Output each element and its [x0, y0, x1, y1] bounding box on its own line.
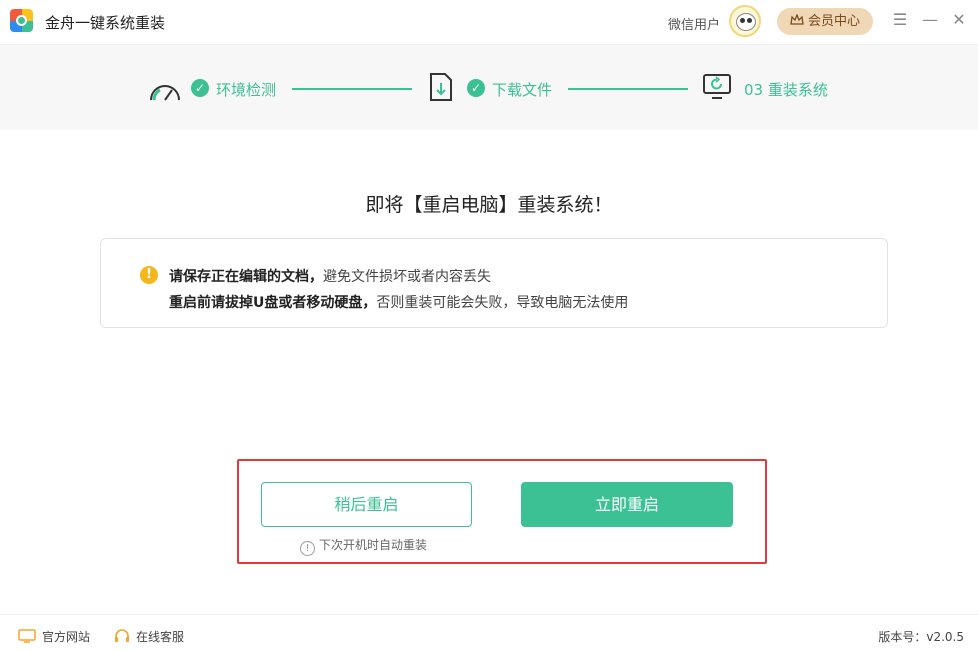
online-support-link[interactable]: 在线客服 — [114, 628, 184, 645]
app-title: 金舟一键系统重装 — [45, 14, 166, 32]
step-label-env: 环境检测 — [216, 81, 277, 99]
monitor-refresh-icon — [702, 73, 734, 101]
crown-icon — [790, 8, 804, 35]
download-file-icon — [428, 72, 460, 101]
step-check-icon: ✓ — [191, 79, 209, 97]
progress-steps: ✓ 环境检测 ✓ 下载文件 03 重装系统 — [0, 45, 978, 130]
app-logo-icon — [10, 9, 33, 32]
step-connector — [292, 88, 412, 90]
notice-box: ! 请保存正在编辑的文档，避免文件损坏或者内容丢失 重启前请拔掉U盘或者移动硬盘… — [100, 238, 888, 328]
vip-center-label: 会员中心 — [807, 14, 860, 29]
info-icon: ! — [300, 541, 315, 556]
warning-icon: ! — [140, 266, 158, 284]
step-label-reinstall: 03 重装系统 — [744, 81, 828, 99]
title-bar: 金舟一键系统重装 微信用户 会员中心 ☰ — ✕ — [0, 0, 978, 45]
website-icon — [18, 629, 36, 645]
avatar[interactable] — [729, 5, 761, 37]
gauge-icon — [148, 74, 180, 102]
user-name[interactable]: 微信用户 — [668, 14, 720, 33]
auto-reinstall-hint: ! 下次开机时自动重装 — [300, 536, 427, 556]
step-connector — [568, 88, 688, 90]
notice-line-1: 请保存正在编辑的文档，避免文件损坏或者内容丢失 — [169, 269, 491, 285]
notice-line-2: 重启前请拔掉U盘或者移动硬盘，否则重装可能会失败，导致电脑无法使用 — [169, 295, 629, 311]
page-title: 即将【重启电脑】重装系统！ — [365, 194, 613, 216]
menu-icon[interactable]: ☰ — [891, 10, 909, 30]
restart-now-button[interactable]: 立即重启 — [521, 482, 733, 527]
footer: 官方网站 在线客服 版本号：v2.0.5 — [0, 614, 978, 652]
vip-center-button[interactable]: 会员中心 — [777, 8, 873, 35]
restart-later-button[interactable]: 稍后重启 — [261, 482, 472, 527]
minimize-icon[interactable]: — — [921, 10, 939, 30]
close-icon[interactable]: ✕ — [950, 10, 968, 30]
step-check-icon: ✓ — [467, 79, 485, 97]
version-label: 版本号：v2.0.5 — [878, 630, 964, 644]
step-label-download: 下载文件 — [492, 81, 553, 99]
headset-icon — [114, 628, 130, 645]
official-website-link[interactable]: 官方网站 — [18, 628, 90, 645]
